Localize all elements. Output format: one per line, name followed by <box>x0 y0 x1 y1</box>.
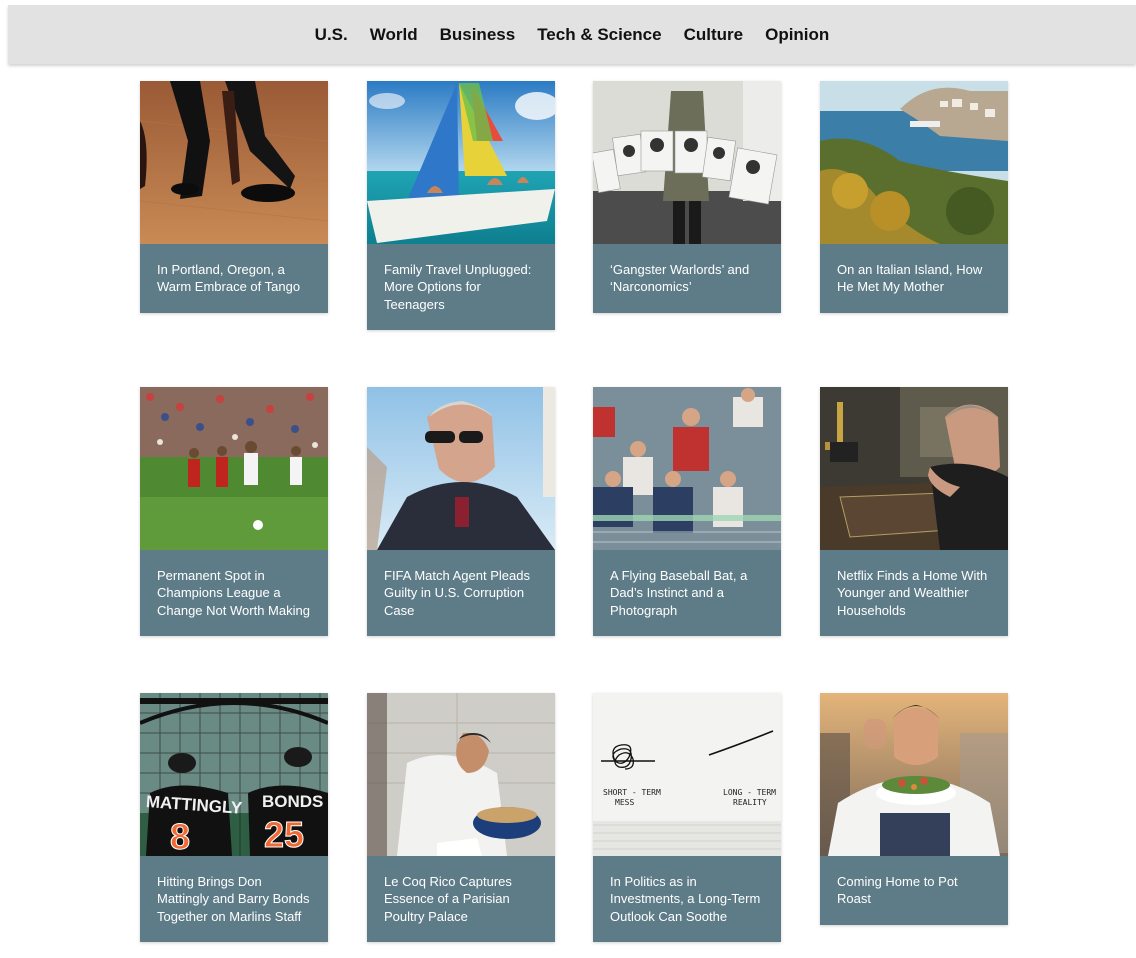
article-title[interactable]: ‘Gangster Warlords’ and ‘Narconomics’ <box>593 244 781 313</box>
nav-item-opinion[interactable]: Opinion <box>765 25 829 45</box>
jersey-number-8: 8 <box>170 816 190 856</box>
article-title[interactable]: Permanent Spot in Champions League a Cha… <box>140 550 328 636</box>
article-title[interactable]: Hitting Brings Don Mattingly and Barry B… <box>140 856 328 942</box>
chef-pot-photo[interactable] <box>367 693 555 856</box>
article-card[interactable]: A Flying Baseball Bat, a Dad’s Instinct … <box>593 387 781 636</box>
protest-signs-photo[interactable] <box>593 81 781 244</box>
section-nav-list: U.S. World Business Tech & Science Cultu… <box>304 25 841 45</box>
chef-bowl-photo[interactable] <box>820 693 1008 856</box>
nav-item-us[interactable]: U.S. <box>315 25 348 45</box>
article-title[interactable]: FIFA Match Agent Pleads Guilty in U.S. C… <box>367 550 555 636</box>
article-title[interactable]: On an Italian Island, How He Met My Moth… <box>820 244 1008 313</box>
article-title[interactable]: Le Coq Rico Captures Essence of a Parisi… <box>367 856 555 942</box>
italian-island-photo[interactable] <box>820 81 1008 244</box>
soccer-match-photo[interactable] <box>140 387 328 550</box>
article-card[interactable]: ‘Gangster Warlords’ and ‘Narconomics’ <box>593 81 781 313</box>
top-navigation: U.S. World Business Tech & Science Cultu… <box>8 5 1136 64</box>
article-card[interactable]: In Portland, Oregon, a Warm Embrace of T… <box>140 81 328 313</box>
article-card[interactable]: Coming Home to Pot Roast <box>820 693 1008 925</box>
article-title[interactable]: In Portland, Oregon, a Warm Embrace of T… <box>140 244 328 313</box>
nav-item-world[interactable]: World <box>370 25 418 45</box>
sketch-label-long-term: LONG - TERM <box>723 788 776 797</box>
article-card[interactable]: Le Coq Rico Captures Essence of a Parisi… <box>367 693 555 942</box>
article-title[interactable]: Family Travel Unplugged: More Options fo… <box>367 244 555 330</box>
sketch-label-short-term: SHORT - TERM <box>603 788 661 797</box>
catamaran-photo[interactable] <box>367 81 555 244</box>
article-card[interactable]: MATTINGLY 8 BONDS 25 Hitting Brings Don … <box>140 693 328 942</box>
article-card[interactable]: SHORT - TERM MESS LONG - TERM REALITY In… <box>593 693 781 942</box>
article-card[interactable]: FIFA Match Agent Pleads Guilty in U.S. C… <box>367 387 555 636</box>
article-card[interactable]: Permanent Spot in Champions League a Cha… <box>140 387 328 636</box>
article-card[interactable]: On an Italian Island, How He Met My Moth… <box>820 81 1008 313</box>
sketch-label-mess: MESS <box>615 798 634 807</box>
marlins-batting-cage-photo[interactable]: MATTINGLY 8 BONDS 25 <box>140 693 328 856</box>
nav-item-business[interactable]: Business <box>440 25 516 45</box>
jersey-name-bonds: BONDS <box>262 792 323 811</box>
baseball-crowd-photo[interactable] <box>593 387 781 550</box>
article-title[interactable]: In Politics as in Investments, a Long-Te… <box>593 856 781 942</box>
jersey-number-25: 25 <box>264 814 304 855</box>
man-sunglasses-photo[interactable] <box>367 387 555 550</box>
tango-dancers-photo[interactable] <box>140 81 328 244</box>
article-card[interactable]: Netflix Finds a Home With Younger and We… <box>820 387 1008 636</box>
article-title[interactable]: A Flying Baseball Bat, a Dad’s Instinct … <box>593 550 781 636</box>
nav-item-culture[interactable]: Culture <box>684 25 744 45</box>
sketch-label-reality: REALITY <box>733 798 767 807</box>
actor-desk-photo[interactable] <box>820 387 1008 550</box>
article-title[interactable]: Netflix Finds a Home With Younger and We… <box>820 550 1008 636</box>
napkin-sketch-photo[interactable]: SHORT - TERM MESS LONG - TERM REALITY <box>593 693 781 856</box>
article-card[interactable]: Family Travel Unplugged: More Options fo… <box>367 81 555 330</box>
article-title[interactable]: Coming Home to Pot Roast <box>820 856 1008 925</box>
nav-item-tech-science[interactable]: Tech & Science <box>537 25 661 45</box>
